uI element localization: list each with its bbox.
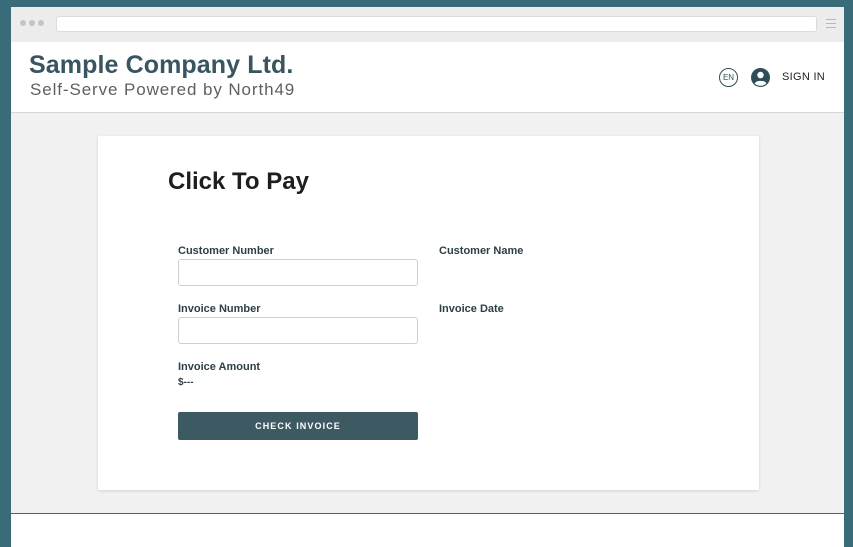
window-dot-icon[interactable] (38, 20, 44, 26)
address-bar[interactable] (56, 16, 817, 32)
window-controls (20, 20, 44, 26)
invoice-number-label: Invoice Number (178, 303, 261, 315)
page-title: Click To Pay (168, 168, 309, 195)
invoice-number-input[interactable] (178, 317, 418, 344)
language-selector[interactable]: EN (719, 68, 738, 87)
company-name[interactable]: Sample Company Ltd. (29, 51, 293, 80)
site-header: Sample Company Ltd. Self-Serve Powered b… (11, 42, 844, 113)
invoice-date-label: Invoice Date (439, 303, 504, 315)
sign-in-link[interactable]: SIGN IN (782, 71, 825, 83)
browser-window: Sample Company Ltd. Self-Serve Powered b… (11, 7, 844, 547)
page-footer (11, 514, 844, 547)
invoice-amount-label: Invoice Amount (178, 361, 261, 373)
check-invoice-button[interactable]: CHECK INVOICE (178, 412, 418, 440)
customer-name-label: Customer Name (439, 245, 524, 257)
browser-toolbar (11, 7, 844, 42)
customer-number-label: Customer Number (178, 245, 274, 257)
hamburger-menu-icon[interactable] (826, 19, 836, 28)
window-dot-icon[interactable] (29, 20, 35, 26)
click-to-pay-card: Click To Pay Customer Number Customer Na… (98, 136, 759, 490)
window-dot-icon[interactable] (20, 20, 26, 26)
user-icon[interactable] (751, 68, 770, 87)
invoice-amount-value: $--- (178, 377, 194, 388)
customer-number-input[interactable] (178, 259, 418, 286)
company-tagline: Self-Serve Powered by North49 (30, 80, 296, 99)
